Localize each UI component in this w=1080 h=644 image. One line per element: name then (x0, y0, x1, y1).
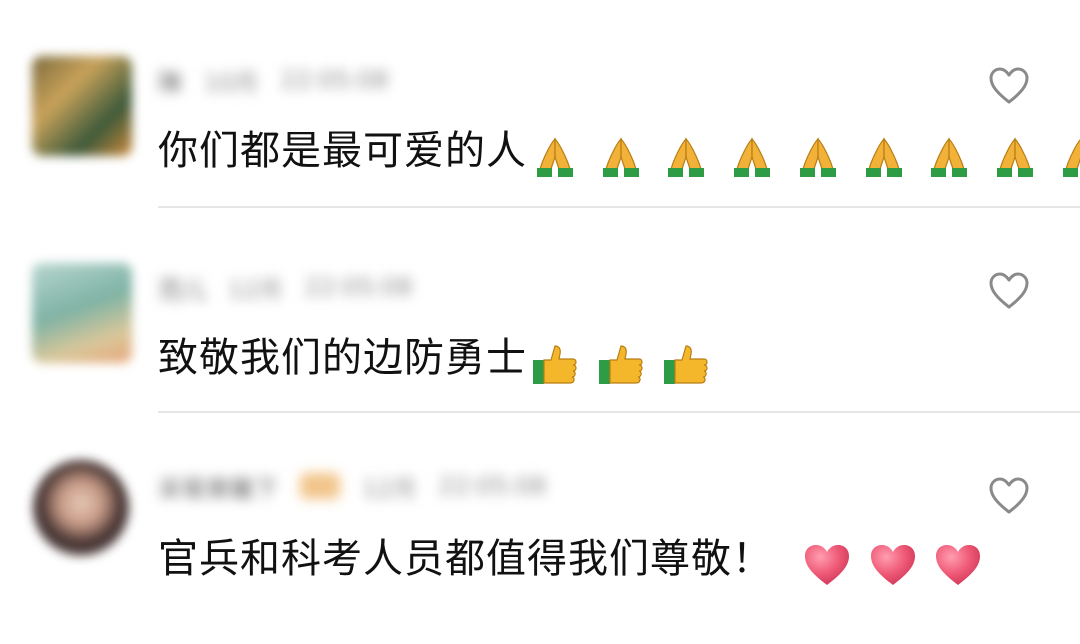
avatar[interactable] (32, 56, 132, 156)
emoji-row (531, 337, 714, 387)
divider (158, 411, 1080, 413)
comment-time: 22:05:08 (280, 66, 389, 94)
comment-item: 陳 10月 22:05:08 你们都是最可爱的人 (0, 0, 1080, 205)
comment-body: 致敬我们的边防勇士 (158, 335, 527, 381)
folded-hands-icon (799, 137, 836, 177)
comment-meta: 陳 10月 22:05:08 (158, 60, 388, 100)
folded-hands-icon (734, 137, 771, 177)
comment-time: 22:05:08 (304, 273, 413, 301)
badge-icon (300, 473, 340, 499)
folded-hands-icon (537, 137, 573, 177)
folded-hands-icon (602, 137, 639, 177)
emoji-row (531, 130, 1080, 180)
folded-hands-icon (931, 137, 968, 177)
thumbs-up-icon (533, 345, 577, 384)
comment-meta: 范儿 12月 22:05:08 (158, 267, 412, 307)
username[interactable]: 陳 (158, 63, 182, 98)
comment-body: 官兵和科考人员都值得我们尊敬！ (158, 536, 773, 582)
comment-time: 22:05:08 (438, 472, 547, 500)
folded-hands-icon (997, 137, 1034, 177)
folded-hands-icon (865, 137, 902, 177)
folded-hands-icon (1062, 138, 1080, 177)
username[interactable]: 采菊東籬下 (158, 469, 278, 504)
thumbs-up-icon (664, 345, 709, 384)
like-heart-icon[interactable] (988, 271, 1030, 311)
comment-text: 你们都是最可爱的人 (158, 126, 1080, 180)
comment-meta: 采菊東籬下 12月 22:05:08 (158, 466, 546, 506)
username[interactable]: 范儿 (158, 270, 206, 305)
emoji-row (803, 538, 986, 588)
comment-item: 范儿 12月 22:05:08 致敬我们的边防勇士 (0, 207, 1080, 412)
comment-date: 12月 (362, 474, 417, 503)
heart-emoji-icon (805, 545, 849, 585)
like-heart-icon[interactable] (988, 476, 1030, 516)
thumbs-up-icon (598, 345, 643, 384)
comment-text: 官兵和科考人员都值得我们尊敬！ (158, 534, 986, 588)
comment-item: 采菊東籬下 12月 22:05:08 官兵和科考人员都值得我们尊敬！ (0, 414, 1080, 619)
like-heart-icon[interactable] (988, 66, 1030, 106)
comment-date: 10月 (204, 68, 259, 97)
comment-text: 致敬我们的边防勇士 (158, 333, 714, 387)
folded-hands-icon (668, 137, 705, 177)
comment-body: 你们都是最可爱的人 (158, 128, 527, 174)
avatar[interactable] (33, 460, 129, 556)
avatar[interactable] (32, 263, 132, 363)
heart-emoji-icon (870, 545, 915, 585)
heart-emoji-icon (936, 545, 981, 585)
comment-date: 12月 (228, 275, 283, 304)
